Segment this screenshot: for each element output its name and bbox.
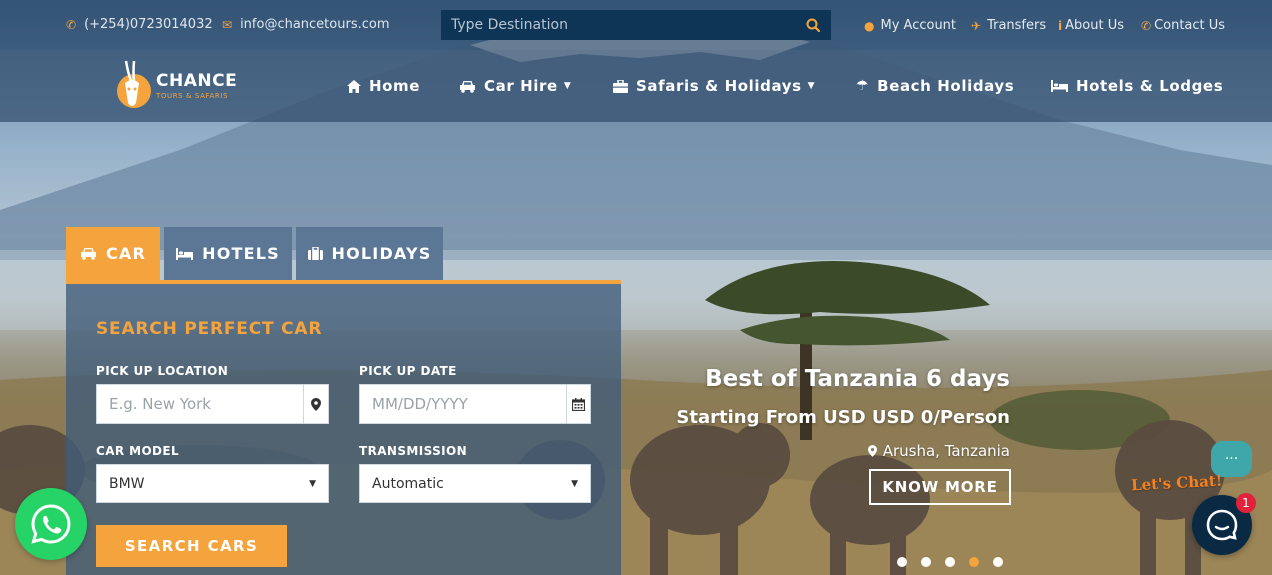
nav-car-hire-label: Car Hire: [484, 77, 558, 95]
about-us-label: About Us: [1065, 18, 1124, 33]
slide-dot-2[interactable]: [921, 557, 931, 567]
chevron-down-icon: ▼: [309, 478, 316, 489]
car-search-panel: SEARCH PERFECT CAR PICK UP LOCATION PICK…: [66, 280, 621, 575]
chevron-down-icon: ▼: [563, 81, 572, 91]
nav-home-label: Home: [369, 77, 421, 95]
user-icon: ●: [864, 18, 875, 33]
antelope-logo-icon: [117, 60, 151, 108]
pickup-location-input[interactable]: [97, 385, 303, 423]
tab-car-label: CAR: [105, 244, 147, 263]
tab-hotels-label: HOTELS: [202, 244, 280, 263]
map-marker-icon: [311, 397, 321, 411]
envelope-icon: ✉: [222, 17, 233, 32]
umbrella-icon: ☂: [856, 78, 870, 94]
location-pin-button[interactable]: [303, 385, 328, 423]
tab-car[interactable]: CAR: [66, 227, 160, 280]
transfers-label: Transfers: [987, 18, 1047, 33]
chat-unread-badge: 1: [1236, 493, 1256, 513]
nav-car-hire[interactable]: Car Hire ▼: [459, 77, 571, 95]
whatsapp-button[interactable]: [15, 488, 87, 560]
pickup-date-label: PICK UP DATE: [359, 364, 457, 378]
car-model-select[interactable]: BMW ▼: [96, 464, 329, 503]
email-contact[interactable]: ✉ info@chancetours.com: [222, 17, 390, 32]
search-cars-button[interactable]: SEARCH CARS: [96, 525, 287, 567]
contact-us-label: Contact Us: [1154, 18, 1226, 33]
nav-hotels-lodges[interactable]: Hotels & Lodges: [1051, 77, 1223, 95]
main-nav: CHANCE TOURS & SAFARIS Home Car Hire ▼ S…: [0, 50, 1272, 122]
top-bar: ✆ (+254)0723014032 ✉ info@chancetours.co…: [0, 0, 1272, 50]
slide-price: Starting From USD USD 0/Person: [676, 407, 1010, 428]
tab-hotels[interactable]: HOTELS: [164, 227, 292, 280]
tab-holidays[interactable]: HOLIDAYS: [296, 227, 443, 280]
slide-dot-5[interactable]: [993, 557, 1003, 567]
pickup-location-label: PICK UP LOCATION: [96, 364, 229, 378]
pickup-date-field: [359, 384, 591, 424]
plane-icon: ✈: [971, 18, 982, 33]
nav-hotels-lodges-label: Hotels & Lodges: [1076, 77, 1224, 95]
nav-beach-holidays[interactable]: ☂ Beach Holidays: [856, 77, 1014, 95]
map-marker-icon: [867, 445, 877, 457]
pickup-date-input[interactable]: [360, 385, 566, 423]
phone-icon: ✆: [1141, 18, 1152, 33]
car-model-label: CAR MODEL: [96, 444, 180, 458]
phone-number: (+254)0723014032: [84, 17, 213, 32]
nav-safaris-holidays-label: Safaris & Holidays: [636, 77, 802, 95]
slide-title: Best of Tanzania 6 days: [705, 366, 1010, 392]
suitcase-icon: [307, 247, 323, 260]
email-address: info@chancetours.com: [240, 17, 390, 32]
chevron-down-icon: ▼: [571, 478, 578, 489]
car-icon: [460, 80, 475, 93]
car-icon: [80, 248, 96, 260]
pickup-location-field: [96, 384, 329, 424]
whatsapp-icon: [31, 504, 71, 544]
search-icon: [806, 18, 820, 32]
home-icon: [347, 79, 361, 93]
nav-beach-holidays-label: Beach Holidays: [877, 77, 1015, 95]
search-button[interactable]: [795, 10, 831, 40]
chevron-down-icon: ▼: [807, 81, 816, 91]
bed-icon: [1051, 80, 1068, 92]
logo-name: CHANCE: [156, 70, 238, 91]
my-account-label: My Account: [880, 18, 957, 33]
nav-safaris-holidays[interactable]: Safaris & Holidays ▼: [613, 77, 815, 95]
about-us-link[interactable]: i About Us: [1058, 18, 1124, 33]
tab-holidays-label: HOLIDAYS: [331, 244, 432, 263]
briefcase-icon: [613, 79, 628, 93]
info-icon: i: [1058, 18, 1063, 33]
calendar-button[interactable]: [566, 385, 590, 423]
chat-icon: [1206, 509, 1238, 541]
transmission-label: TRANSMISSION: [359, 444, 468, 458]
phone-contact[interactable]: ✆ (+254)0723014032: [66, 17, 213, 32]
slide-dot-4[interactable]: [969, 557, 979, 567]
phone-icon: ✆: [66, 17, 77, 32]
know-more-button[interactable]: KNOW MORE: [869, 469, 1011, 505]
logo-tagline: TOURS & SAFARIS: [156, 91, 229, 100]
car-model-value: BMW: [109, 475, 145, 492]
destination-search: [441, 10, 831, 40]
panel-title: SEARCH PERFECT CAR: [96, 319, 323, 339]
transmission-select[interactable]: Automatic ▼: [359, 464, 591, 503]
slide-dot-3[interactable]: [945, 557, 955, 567]
slide-location-text: Arusha, Tanzania: [882, 442, 1010, 460]
nav-home[interactable]: Home: [347, 77, 420, 95]
contact-us-link[interactable]: ✆ Contact Us: [1141, 18, 1225, 33]
my-account-link[interactable]: ● My Account: [864, 18, 956, 33]
bed-icon: [176, 247, 194, 260]
transfers-link[interactable]: ✈ Transfers: [971, 18, 1046, 33]
calendar-icon: [572, 397, 585, 411]
slide-dot-1[interactable]: [897, 557, 907, 567]
transmission-value: Automatic: [372, 475, 444, 492]
destination-search-input[interactable]: [441, 10, 795, 40]
logo[interactable]: CHANCE TOURS & SAFARIS: [112, 55, 262, 115]
slide-location: Arusha, Tanzania: [867, 442, 1010, 460]
slider-dots: [897, 557, 1003, 567]
